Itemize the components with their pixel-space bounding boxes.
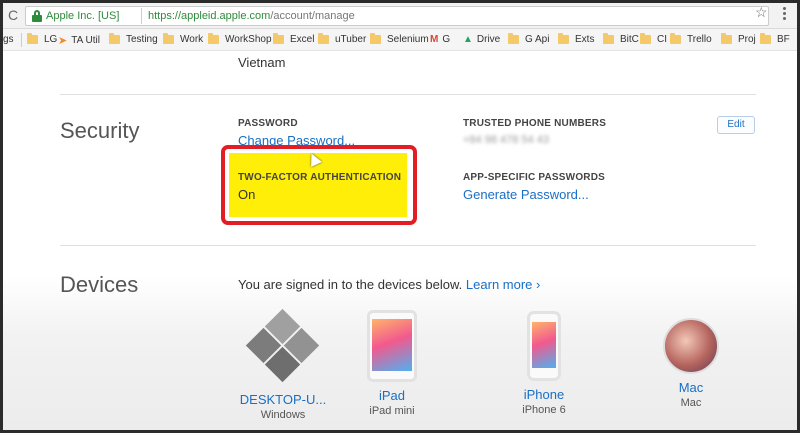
country-value: Vietnam	[238, 55, 286, 70]
bookmark-item[interactable]: Selenium	[370, 33, 429, 45]
bookmark-item[interactable]: Excel	[273, 33, 314, 45]
browser-window: C Apple Inc. [US] https://appleid.apple.…	[3, 3, 797, 430]
device-name[interactable]: iPad	[337, 388, 447, 403]
bookmark-item[interactable]: WorkShop	[208, 33, 272, 45]
two-factor-label: TWO-FACTOR AUTHENTICATION	[238, 172, 402, 183]
section-title-security: Security	[60, 118, 140, 143]
bookmark-item[interactable]: Work	[163, 33, 203, 45]
folder-icon	[208, 33, 219, 44]
bookmark-item[interactable]: gs	[3, 34, 14, 45]
bookmark-item[interactable]: Exts	[558, 33, 594, 45]
bookmark-item[interactable]: ➤ TA Util	[58, 34, 100, 47]
device-model: Mac	[680, 397, 702, 409]
folder-icon	[760, 33, 771, 44]
folder-icon	[508, 33, 519, 44]
lock-icon	[32, 10, 42, 22]
drive-icon: ▲	[463, 34, 473, 45]
device-model: Windows	[260, 409, 306, 421]
url-text[interactable]: https://appleid.apple.com/account/manage	[148, 10, 355, 22]
site-identity[interactable]: Apple Inc. [US]	[46, 10, 119, 22]
trusted-phone-label: TRUSTED PHONE NUMBERS	[463, 118, 607, 129]
folder-icon	[163, 33, 174, 44]
bookmark-item[interactable]: MG	[430, 34, 450, 45]
address-bar: C Apple Inc. [US] https://appleid.apple.…	[3, 3, 797, 29]
password-label: PASSWORD	[238, 118, 298, 129]
bookmark-item[interactable]: Proj	[721, 33, 756, 45]
device-name[interactable]: iPhone	[489, 387, 599, 402]
folder-icon	[721, 33, 732, 44]
folder-icon	[603, 33, 614, 44]
device-windows[interactable]: DESKTOP-U... Windows	[228, 306, 338, 421]
url-divider	[141, 8, 142, 24]
bookmark-item[interactable]: Trello	[670, 33, 712, 45]
gmail-icon: M	[430, 34, 439, 45]
section-divider	[60, 94, 756, 95]
folder-icon	[318, 33, 329, 44]
app-specific-label: APP-SPECIFIC PASSWORDS	[463, 172, 606, 183]
signed-in-text: You are signed in to the devices below. …	[238, 277, 541, 292]
device-model: iPad mini	[369, 405, 415, 417]
device-mac[interactable]: Mac Mac	[636, 306, 746, 409]
bookmark-item[interactable]: Testing	[109, 33, 158, 45]
two-factor-status: On	[238, 187, 256, 202]
device-name[interactable]: Mac	[636, 380, 746, 395]
folder-icon	[558, 33, 569, 44]
folder-icon	[370, 33, 381, 44]
generate-password-link[interactable]: Generate Password...	[463, 187, 589, 202]
reload-icon[interactable]: C	[5, 7, 21, 23]
folder-icon	[109, 33, 120, 44]
device-model: iPhone 6	[522, 404, 566, 416]
folder-icon	[640, 33, 651, 44]
bookmark-star-icon[interactable]: ☆	[755, 4, 768, 21]
bookmark-item[interactable]: LG	[27, 33, 57, 45]
bookmark-item[interactable]: G Api	[508, 33, 549, 45]
bookmark-item[interactable]: BF	[760, 33, 790, 45]
bookmark-item[interactable]: ▲ Drive	[463, 34, 500, 45]
section-divider	[60, 245, 756, 246]
browser-menu-icon[interactable]	[777, 6, 791, 22]
windows-device-icon	[243, 306, 323, 386]
url-field[interactable]: Apple Inc. [US] https://appleid.apple.co…	[25, 6, 769, 26]
learn-more-link[interactable]: Learn more	[466, 277, 532, 292]
device-ipad[interactable]: iPad iPad mini	[337, 306, 447, 417]
section-title-devices: Devices	[60, 272, 139, 297]
mac-device-icon	[663, 318, 719, 374]
chevron-right-icon: ›	[532, 277, 541, 292]
device-iphone[interactable]: iPhone iPhone 6	[489, 306, 599, 416]
device-name[interactable]: DESKTOP-U...	[228, 392, 338, 407]
bookmark-separator	[21, 33, 22, 47]
trusted-phone-value: +84 98 478 54 43	[463, 134, 549, 146]
ipad-device-icon	[367, 310, 417, 382]
ta-util-icon: ➤	[58, 35, 68, 47]
edit-button[interactable]: Edit	[717, 116, 755, 134]
account-page: Vietnam Security PASSWORD Change Passwor…	[3, 52, 797, 430]
iphone-device-icon	[527, 311, 561, 381]
bookmark-item[interactable]: CI	[640, 33, 667, 45]
folder-icon	[273, 33, 284, 44]
bookmark-item[interactable]: BitC	[603, 33, 639, 45]
bookmarks-bar: gs LG ➤ TA Util Testing Work WorkShop Exc…	[3, 29, 797, 51]
folder-icon	[670, 33, 681, 44]
bookmark-item[interactable]: uTuber	[318, 33, 366, 45]
folder-icon	[27, 33, 38, 44]
